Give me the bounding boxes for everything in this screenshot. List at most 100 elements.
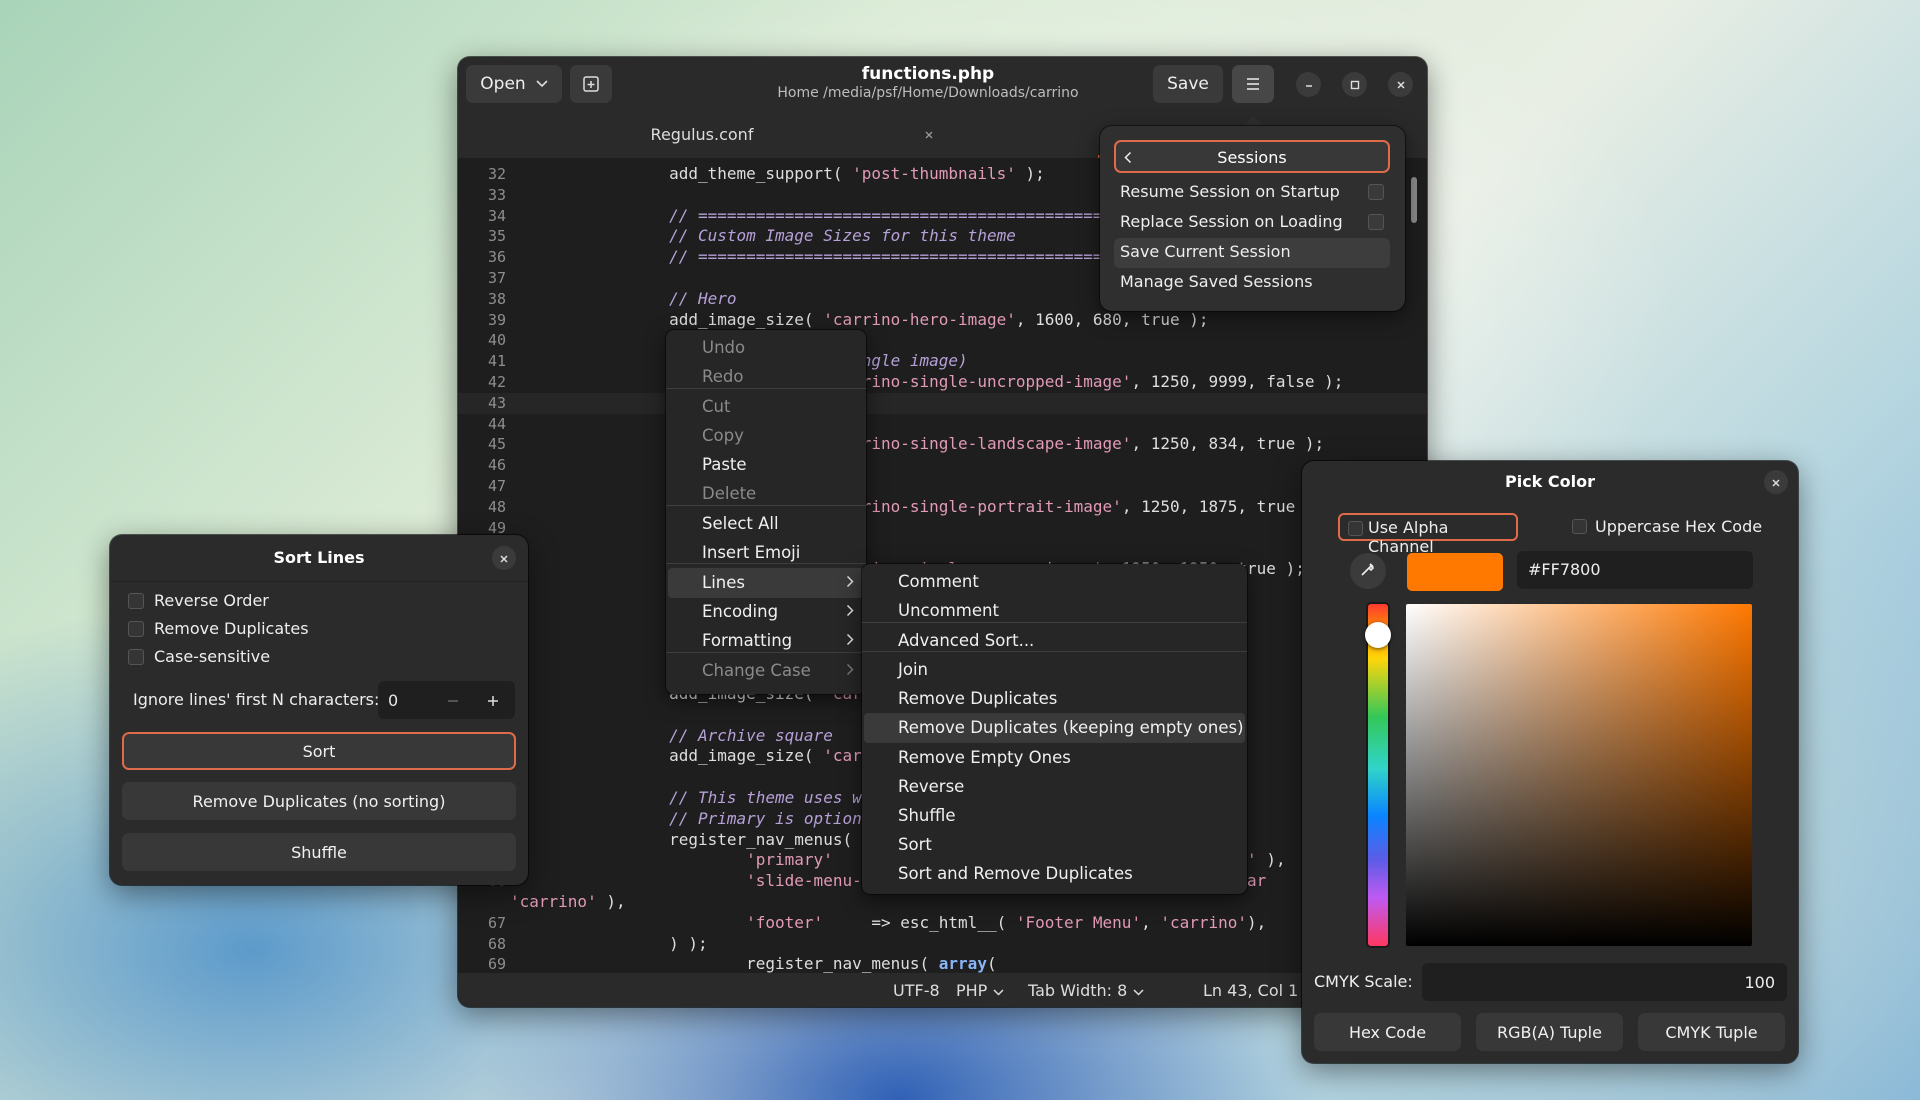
lines-menu-item-join[interactable]: Join [898, 660, 928, 679]
lines-menu-item-reverse[interactable]: Reverse [898, 777, 964, 796]
cmyk-tuple-button[interactable]: CMYK Tuple [1638, 1013, 1785, 1051]
line-number: 39 [487, 310, 506, 329]
context-menu-item-cut[interactable]: Cut [702, 397, 730, 416]
cmyk-scale-value: 100 [1744, 973, 1775, 992]
title-divider [110, 581, 528, 582]
pick-color-close-button[interactable] [1764, 470, 1788, 494]
lines-menu-item-remove-duplicates-keeping-empty-ones-[interactable]: Remove Duplicates (keeping empty ones) [898, 718, 1244, 737]
reverse-order-checkbox[interactable] [128, 592, 144, 609]
sessions-back-button[interactable]: Sessions [1114, 140, 1390, 173]
context-menu-item-redo[interactable]: Redo [702, 367, 743, 386]
saturation-value-plane[interactable] [1406, 604, 1752, 946]
alpha-channel-toggle[interactable]: Use Alpha Channel [1338, 513, 1518, 556]
sessions-popover: Sessions Resume Session on Startup Repla… [1100, 126, 1405, 311]
case-sensitive-option[interactable]: Case-sensitive [128, 647, 270, 666]
main-menu-button[interactable] [1232, 65, 1274, 103]
line-text: ) ); [592, 933, 708, 953]
context-menu-item-encoding[interactable]: Encoding [702, 602, 778, 621]
context-menu-item-lines[interactable]: Lines [702, 573, 745, 592]
code-line[interactable]: 50 // Single [458, 538, 1427, 559]
language-selector[interactable]: PHP [956, 981, 1004, 1000]
lines-menu-item-uncomment[interactable]: Uncomment [898, 601, 999, 620]
lines-menu-item-remove-duplicates[interactable]: Remove Duplicates [898, 689, 1057, 708]
hex-value: #FF7800 [1528, 560, 1601, 579]
hue-slider-handle[interactable] [1365, 622, 1391, 648]
hex-code-button[interactable]: Hex Code [1314, 1013, 1461, 1051]
hex-input[interactable]: #FF7800 [1517, 551, 1753, 589]
context-menu-item-formatting[interactable]: Formatting [702, 631, 792, 650]
color-swatch [1407, 553, 1503, 591]
menu-item-manage-sessions[interactable]: Manage Saved Sessions [1120, 272, 1313, 291]
cursor-position-label: Ln 43, Col 1 [1203, 981, 1299, 1000]
menu-separator [862, 622, 1247, 623]
context-menu-item-undo[interactable]: Undo [702, 338, 745, 357]
lines-menu-item-shuffle[interactable]: Shuffle [898, 806, 956, 825]
code-line[interactable]: 'carrino' ), [458, 892, 1427, 913]
line-text: add_image_size( 'carrino-hero-image', 16… [592, 309, 1209, 329]
context-menu-item-select-all[interactable]: Select All [702, 514, 779, 533]
scrollbar[interactable] [1411, 177, 1417, 223]
context-menu-item-paste[interactable]: Paste [702, 455, 747, 474]
uppercase-hex-checkbox[interactable] [1572, 519, 1587, 534]
shuffle-button[interactable]: Shuffle [122, 833, 516, 871]
lines-menu-item-sort-and-remove-duplicates[interactable]: Sort and Remove Duplicates [898, 864, 1133, 883]
decrement-icon[interactable] [446, 693, 460, 712]
ignore-chars-spinbutton[interactable]: 0 [378, 681, 515, 719]
case-sensitive-checkbox[interactable] [128, 648, 144, 665]
code-line[interactable]: 68 ) ); [458, 934, 1427, 955]
increment-icon[interactable] [486, 693, 500, 712]
menu-item-resume-session[interactable]: Resume Session on Startup [1120, 182, 1340, 201]
code-line[interactable]: 40 [458, 330, 1427, 351]
lines-menu-item-sort[interactable]: Sort [898, 835, 932, 854]
hue-slider[interactable] [1368, 604, 1388, 946]
lines-menu-item-comment[interactable]: Comment [898, 572, 979, 591]
code-line[interactable]: 49 [458, 518, 1427, 539]
resume-session-checkbox[interactable] [1368, 184, 1384, 200]
alpha-channel-checkbox[interactable] [1348, 521, 1363, 536]
chevron-right-icon [846, 602, 854, 621]
menu-item-replace-session[interactable]: Replace Session on Loading [1120, 212, 1343, 231]
context-menu-item-insert-emoji[interactable]: Insert Emoji [702, 543, 800, 562]
rgba-tuple-button[interactable]: RGB(A) Tuple [1476, 1013, 1623, 1051]
sort-button[interactable]: Sort [122, 732, 516, 770]
sort-lines-close-button[interactable] [492, 546, 516, 570]
code-line[interactable]: 44 // Single [458, 414, 1427, 435]
save-button[interactable]: Save [1153, 65, 1223, 103]
remove-duplicates-option[interactable]: Remove Duplicates [128, 619, 309, 638]
code-line[interactable]: 69 register_nav_menus( array( [458, 954, 1427, 973]
lines-menu-item-remove-empty-ones[interactable]: Remove Empty Ones [898, 748, 1071, 767]
context-menu-item-copy[interactable]: Copy [702, 426, 744, 445]
open-button[interactable]: Open [466, 65, 562, 103]
status-bar: UTF-8 PHP Tab Width: 8 Ln 43, Col 1 [458, 973, 1427, 1007]
cursor-position[interactable]: Ln 43, Col 1 [1203, 981, 1298, 1000]
menu-item-save-session[interactable]: Save Current Session [1120, 242, 1291, 261]
code-line[interactable]: 48 add_image_size( 'carrino-single-portr… [458, 497, 1427, 518]
replace-session-checkbox[interactable] [1368, 214, 1384, 230]
reverse-order-option[interactable]: Reverse Order [128, 591, 269, 610]
minimize-button[interactable] [1296, 72, 1321, 97]
code-line[interactable]: 43 [458, 392, 1427, 414]
remove-duplicates-button[interactable]: Remove Duplicates (no sorting) [122, 782, 516, 820]
context-menu-item-delete[interactable]: Delete [702, 484, 756, 503]
eyedropper-button[interactable] [1350, 553, 1386, 589]
maximize-button[interactable] [1342, 72, 1367, 97]
cmyk-scale-input[interactable]: 100 [1422, 963, 1787, 1001]
code-line[interactable]: 42 add_image_size( 'carrino-single-uncro… [458, 372, 1427, 393]
code-line[interactable]: 39 add_image_size( 'carrino-hero-image',… [458, 310, 1427, 331]
tab-regulus-conf[interactable]: Regulus.conf [458, 111, 946, 158]
code-line[interactable]: 41 // Single default single image) [458, 351, 1427, 372]
code-line[interactable]: 47 // Single [458, 476, 1427, 497]
remove-duplicates-checkbox[interactable] [128, 620, 144, 637]
tab-close-icon[interactable] [924, 125, 934, 144]
code-line[interactable]: 67 'footer' => esc_html__( 'Footer Menu'… [458, 913, 1427, 934]
encoding-selector[interactable]: UTF-8 [893, 981, 940, 1000]
lines-menu-item-advanced-sort-[interactable]: Advanced Sort... [898, 631, 1034, 650]
close-button[interactable] [1388, 72, 1413, 97]
code-line[interactable]: 45 add_image_size( 'carrino-single-lands… [458, 434, 1427, 455]
new-tab-button[interactable] [570, 65, 612, 103]
context-menu-item-change-case[interactable]: Change Case [702, 661, 811, 680]
code-line[interactable]: 46 [458, 455, 1427, 476]
chevron-down-icon [536, 80, 548, 88]
uppercase-hex-toggle[interactable]: Uppercase Hex Code [1572, 517, 1762, 536]
tab-width-selector[interactable]: Tab Width: 8 [1028, 981, 1144, 1000]
